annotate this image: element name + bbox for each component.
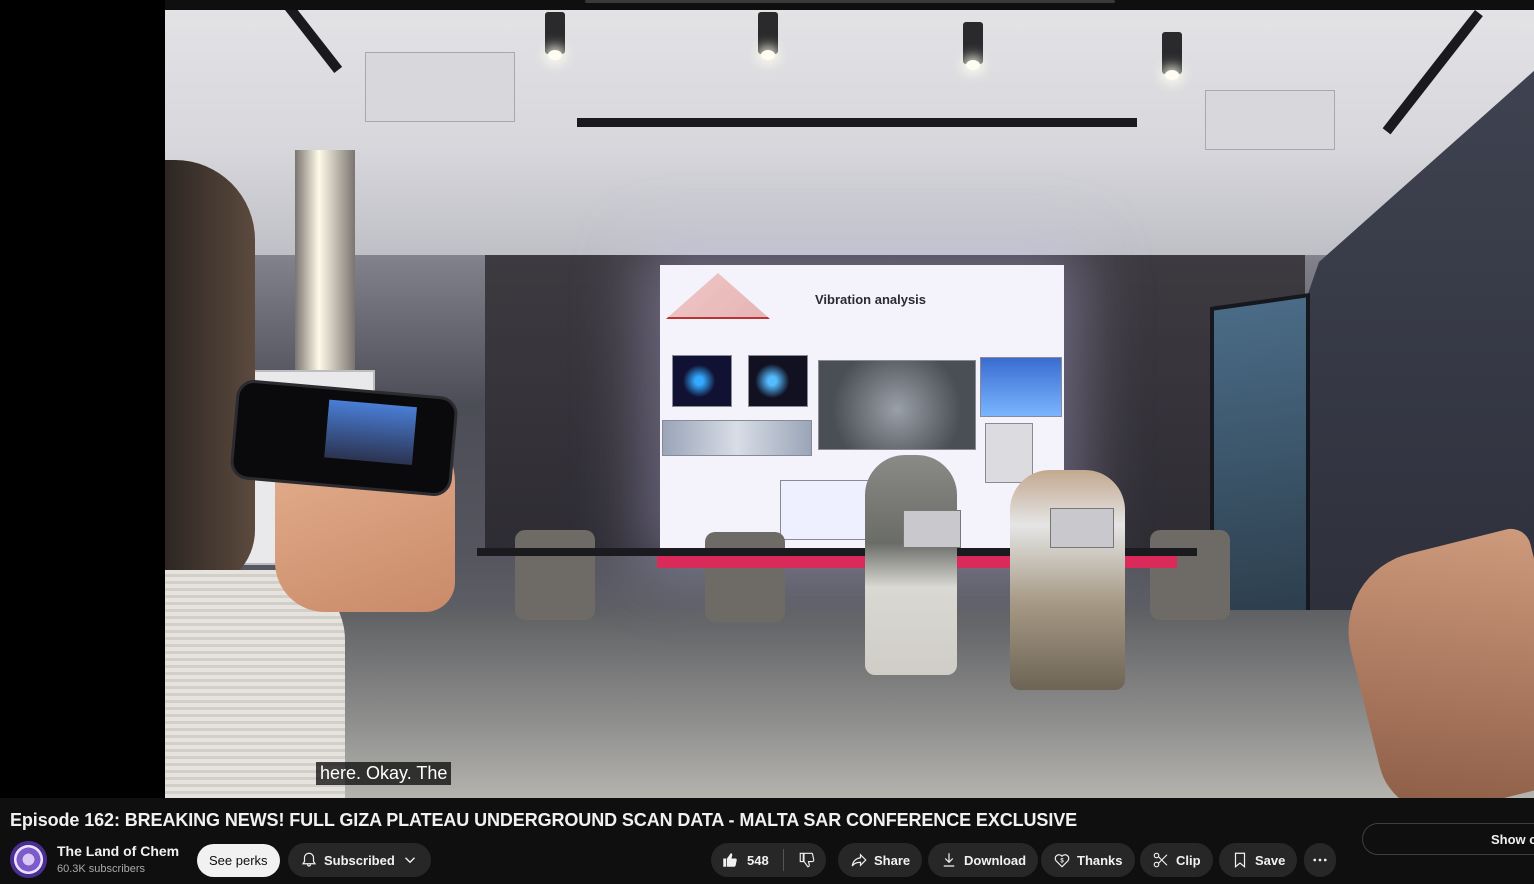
ceiling-light — [758, 12, 778, 60]
projection-screen: Vibration analysis — [660, 265, 1064, 550]
ceiling-light — [1162, 32, 1182, 80]
slide-tower-photo — [980, 357, 1062, 417]
see-perks-button[interactable]: See perks — [197, 844, 280, 877]
thanks-label: Thanks — [1077, 852, 1123, 868]
ceiling-slot — [577, 118, 1137, 127]
thumbs-down-icon[interactable] — [798, 851, 816, 869]
subscriber-count: 60.3K subscribers — [57, 863, 146, 875]
subscribed-label: Subscribed — [324, 852, 395, 868]
watch-page: Vibration analysis here. Okay. The Episo… — [0, 0, 1534, 884]
more-actions-button[interactable] — [1304, 843, 1336, 877]
save-label: Save — [1255, 852, 1286, 868]
video-title: Episode 162: BREAKING NEWS! FULL GIZA PL… — [10, 810, 1078, 830]
foreground-phone — [229, 378, 459, 498]
chair — [705, 532, 785, 622]
show-chat-button[interactable]: Show cl — [1362, 823, 1534, 855]
share-icon — [850, 851, 868, 869]
chair — [1150, 530, 1230, 620]
more-horizontal-icon — [1311, 851, 1329, 869]
bookmark-icon — [1231, 851, 1249, 869]
top-bar-segment — [585, 0, 1115, 3]
slide-strip-images — [662, 420, 812, 456]
svg-text:$: $ — [1060, 858, 1064, 864]
share-label: Share — [874, 852, 911, 868]
slide-panel — [748, 355, 808, 407]
laptop — [903, 510, 961, 548]
slide-sensor-image — [985, 423, 1033, 483]
slide-logo — [666, 273, 770, 319]
thanks-icon: $ — [1053, 851, 1071, 869]
like-count[interactable]: 548 — [747, 853, 769, 868]
channel-name[interactable]: The Land of Chem — [57, 843, 179, 859]
foreground-head — [165, 160, 255, 590]
thanks-button[interactable]: $ Thanks — [1041, 843, 1135, 877]
save-button[interactable]: Save — [1219, 843, 1298, 877]
chair — [515, 530, 595, 620]
speaker-person — [865, 455, 957, 675]
subscribed-button[interactable]: Subscribed — [288, 843, 431, 877]
download-icon — [940, 851, 958, 869]
speaker-person — [1010, 470, 1125, 690]
slide-panel — [672, 355, 732, 407]
wall-light-pillar — [295, 150, 355, 380]
see-perks-label: See perks — [209, 853, 268, 868]
player-top-bar — [165, 0, 1534, 10]
slide-title: Vibration analysis — [815, 292, 927, 307]
ceiling-speaker-left — [365, 52, 515, 122]
video-frame[interactable]: Vibration analysis — [165, 10, 1534, 798]
video-player[interactable]: Vibration analysis here. Okay. The — [0, 0, 1534, 798]
download-label: Download — [964, 852, 1027, 868]
chevron-down-icon — [401, 851, 419, 869]
slide-satellite-image — [818, 360, 976, 450]
clip-label: Clip — [1176, 852, 1201, 868]
share-button[interactable]: Share — [838, 843, 923, 877]
scissors-icon — [1152, 851, 1170, 869]
like-dislike-group: 548 — [711, 843, 826, 877]
ceiling-light — [963, 22, 983, 70]
channel-avatar[interactable] — [10, 841, 47, 878]
download-button[interactable]: Download — [928, 843, 1039, 877]
like-divider — [782, 849, 784, 871]
show-chat-label: Show cl — [1491, 832, 1534, 847]
laptop — [1050, 508, 1114, 548]
ceiling-speaker-right — [1205, 90, 1335, 150]
video-caption: here. Okay. The — [316, 762, 452, 785]
bell-icon — [300, 851, 318, 869]
thumbs-up-icon[interactable] — [721, 851, 739, 869]
phone-screen — [324, 399, 417, 466]
clip-button[interactable]: Clip — [1140, 843, 1213, 877]
ceiling-light — [545, 12, 565, 60]
